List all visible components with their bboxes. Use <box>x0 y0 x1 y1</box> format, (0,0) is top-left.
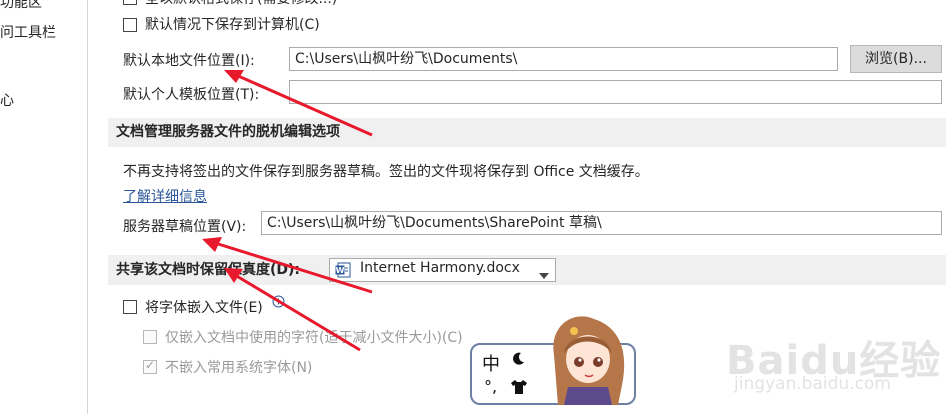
fidelity-section-label: 共享该文档时保留保真度(D): <box>116 262 301 278</box>
save-to-computer-checkbox[interactable] <box>123 18 137 32</box>
save-to-computer-label: 默认情况下保存到计算机(C) <box>145 17 320 33</box>
top-partial-checkbox[interactable] <box>123 0 137 5</box>
word-document-icon: W <box>335 262 351 278</box>
ime-chinese-mode[interactable]: 中 <box>482 350 500 376</box>
ime-mascot-avatar <box>544 315 632 409</box>
baidu-watermark-url: jingyan.baidu.com <box>734 374 891 394</box>
personal-template-location-input[interactable] <box>289 80 942 104</box>
do-not-embed-common-label: 不嵌入常用系统字体(N) <box>165 360 313 376</box>
sidebar-item-label: 心 <box>0 93 14 109</box>
embed-used-chars-label: 仅嵌入文档中使用的字符(适于减小文件大小)(C) <box>165 330 463 346</box>
server-drafts-location-label: 服务器草稿位置(V): <box>123 219 247 235</box>
moon-icon[interactable] <box>510 351 526 371</box>
top-partial-label: 全以默认格式保存(需要修改...) <box>145 0 337 8</box>
svg-text:W: W <box>336 266 345 275</box>
learn-more-link[interactable]: 了解详细信息 <box>123 186 207 206</box>
browse-button[interactable]: 浏览(B)... <box>850 45 942 73</box>
offline-description: 不再支持将签出的文件保存到服务器草稿。签出的文件现将保存到 Office 文档缓… <box>123 164 649 180</box>
skin-shirt-icon[interactable] <box>510 379 528 399</box>
chevron-down-icon <box>539 267 549 283</box>
fidelity-document-dropdown[interactable]: W Internet Harmony.docx <box>329 258 556 282</box>
sidebar-item-label: 功能区 <box>0 0 42 11</box>
embed-used-chars-checkbox[interactable] <box>143 330 157 344</box>
sidebar-item-ribbon[interactable]: 功能区 <box>0 0 42 12</box>
sidebar-item-trust-center[interactable]: 心 <box>0 90 14 110</box>
local-file-location-label: 默认本地文件位置(I): <box>123 53 255 69</box>
embed-fonts-checkbox[interactable] <box>123 300 137 314</box>
checkmark-icon: ✓ <box>145 358 156 372</box>
personal-template-location-label: 默认个人模板位置(T): <box>123 87 260 103</box>
local-file-location-input[interactable]: C:\Users\山枫叶纷飞\Documents\ <box>289 47 838 71</box>
options-sidebar: 功能区 问工具栏 心 <box>0 0 88 414</box>
ime-toolbar[interactable]: 中 °, <box>470 316 636 405</box>
offline-editing-section-header: 文档管理服务器文件的脱机编辑选项 <box>108 118 946 147</box>
info-icon[interactable] <box>272 295 285 312</box>
server-drafts-location-input[interactable]: C:\Users\山枫叶纷飞\Documents\SharePoint 草稿\ <box>261 211 942 235</box>
embed-fonts-label: 将字体嵌入文件(E) <box>145 300 263 316</box>
fidelity-document-name: Internet Harmony.docx <box>360 260 520 276</box>
sidebar-item-quick-access[interactable]: 问工具栏 <box>0 22 56 42</box>
sidebar-item-label: 问工具栏 <box>0 25 56 41</box>
do-not-embed-common-checkbox[interactable]: ✓ <box>143 358 157 374</box>
ime-punctuation[interactable]: °, <box>484 377 497 396</box>
